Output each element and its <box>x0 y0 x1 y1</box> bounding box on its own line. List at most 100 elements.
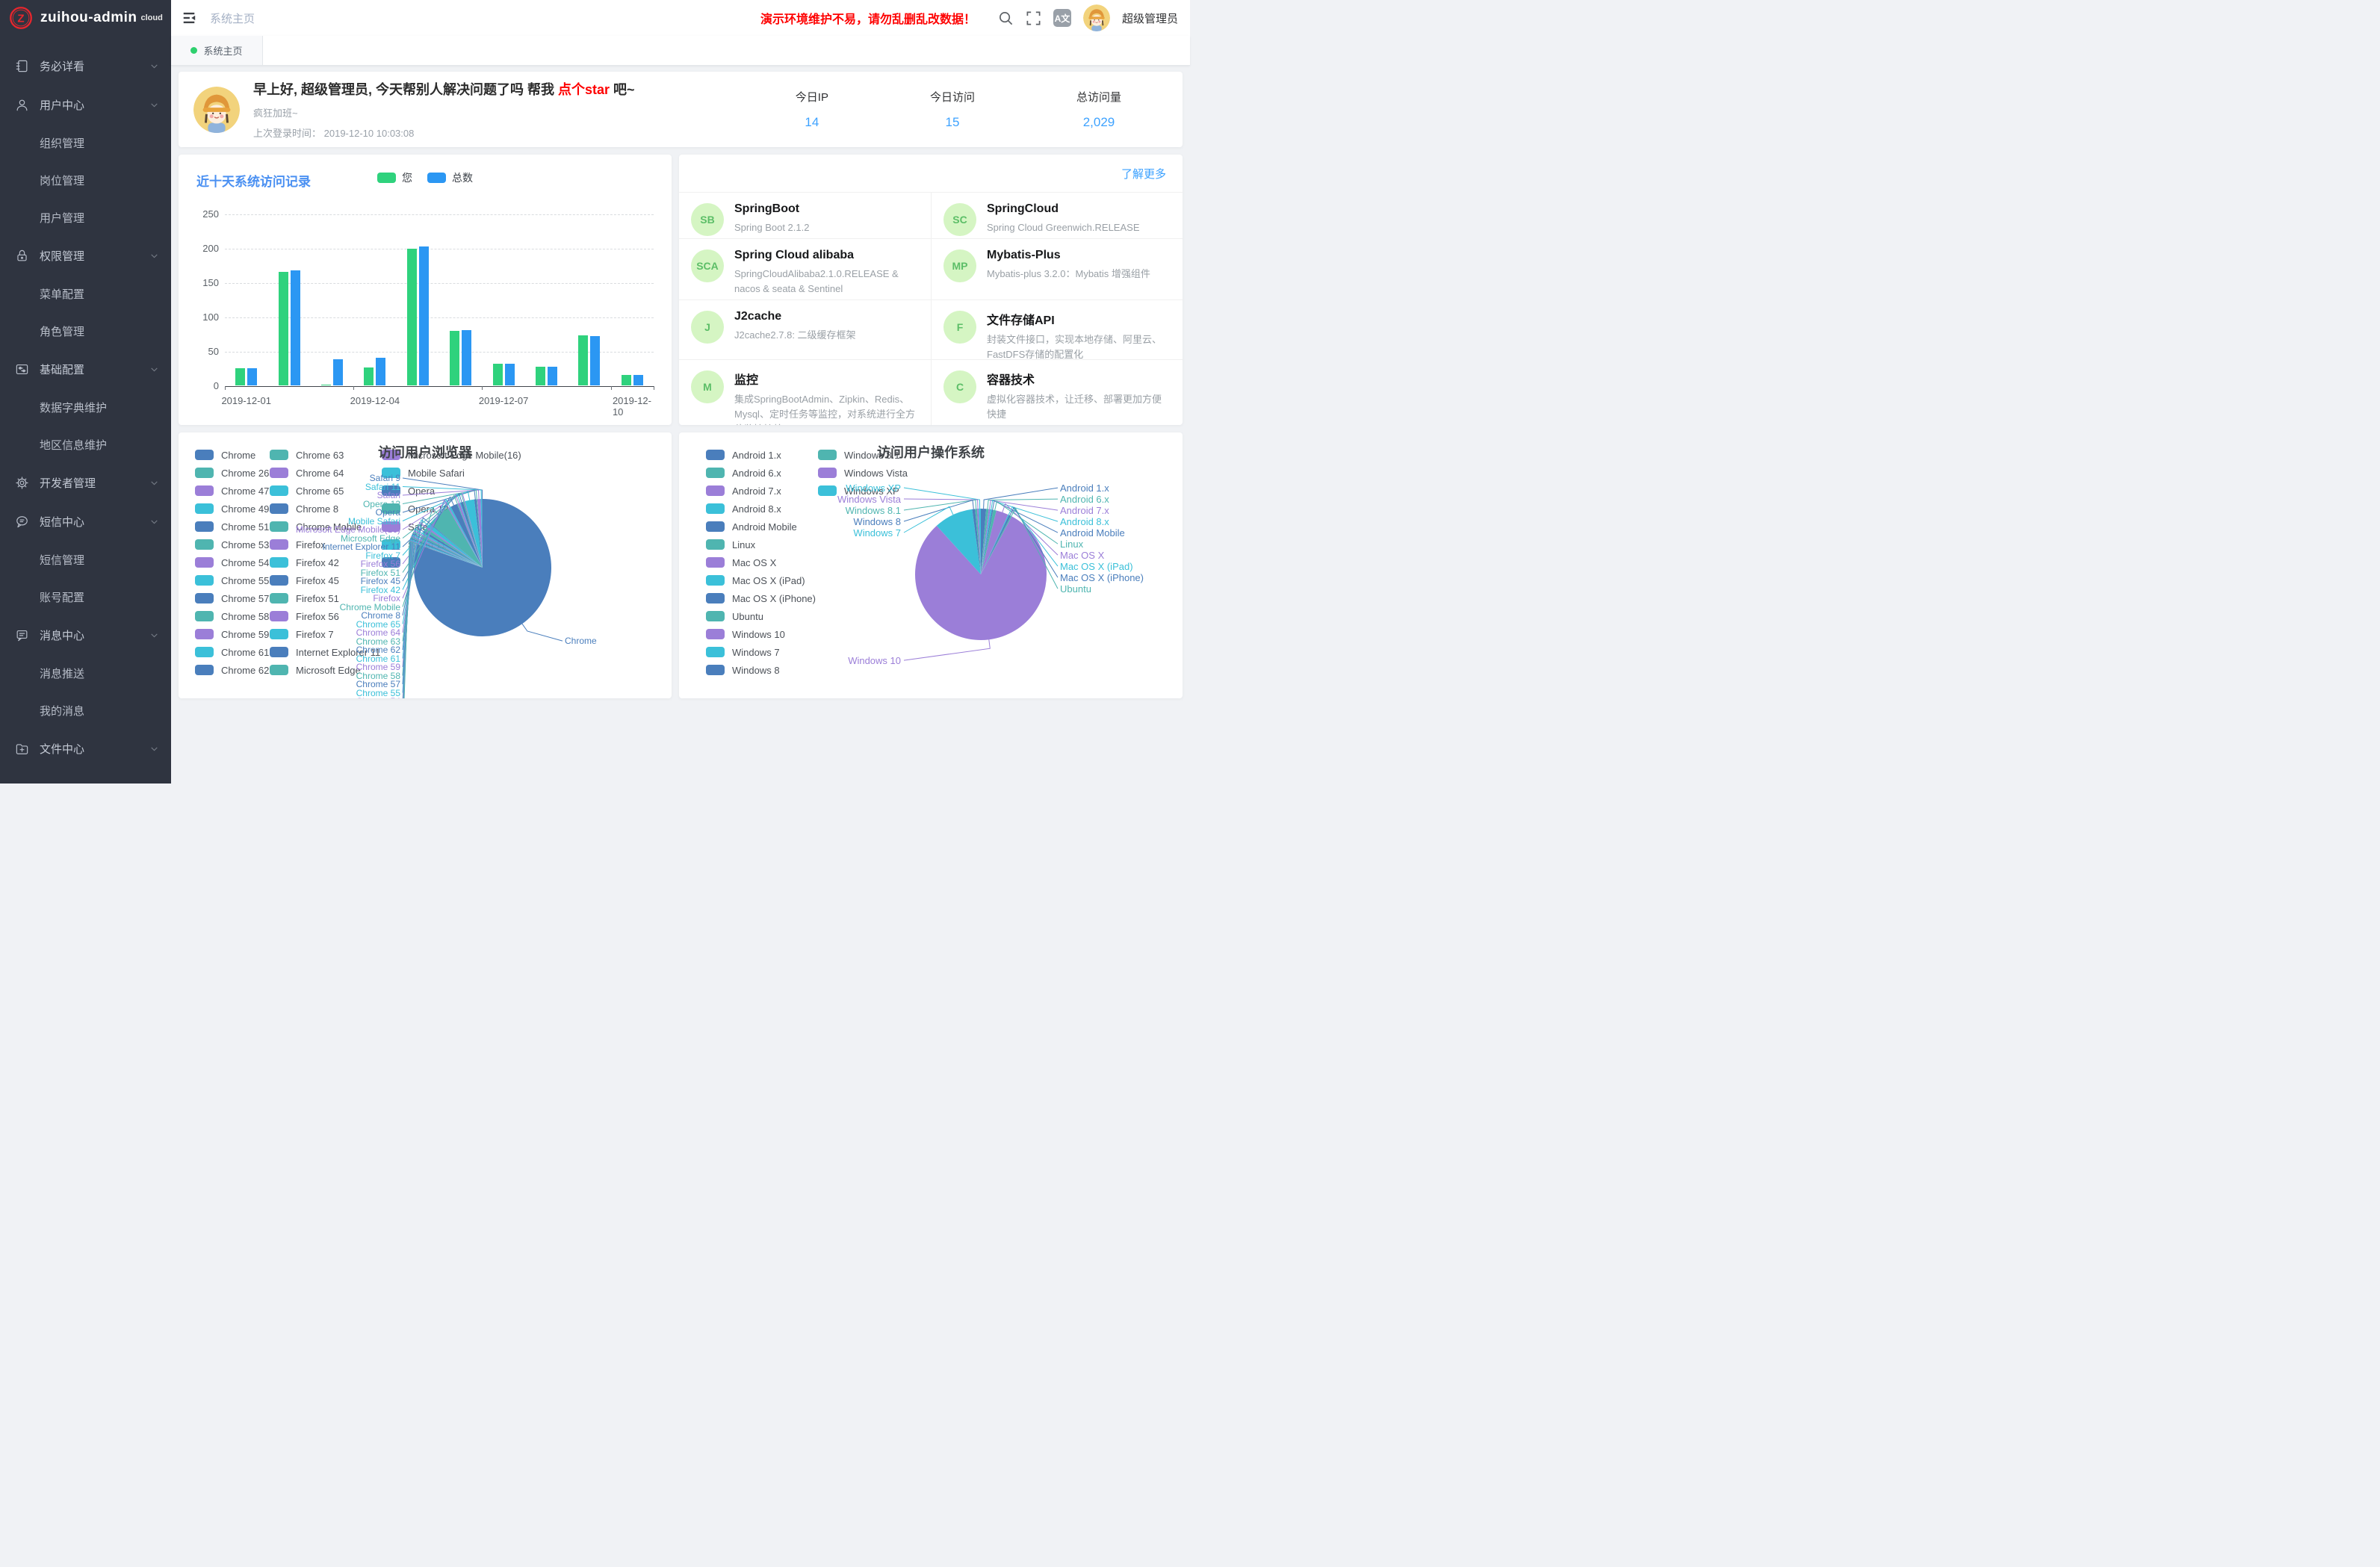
sidebar-item-label: 权限管理 <box>40 248 84 264</box>
tab-home[interactable]: 系统主页 <box>171 36 263 65</box>
sidebar-subitem[interactable]: 角色管理 <box>0 312 171 350</box>
tech-card-desc: 封装文件接口，实现本地存储、阿里云、FastDFS存储的配置化 <box>987 332 1169 359</box>
tech-card-title: Mybatis-Plus <box>987 249 1150 262</box>
sidebar-subitem-label: 地区信息维护 <box>40 437 107 453</box>
y-axis-label: 200 <box>186 243 219 254</box>
avatar-image <box>1083 4 1110 31</box>
sidebar-menu: 务必详看用户中心组织管理岗位管理用户管理权限管理菜单配置角色管理基础配置数据字典… <box>0 46 171 768</box>
legend-swatch <box>427 173 446 183</box>
y-axis-label: 150 <box>186 277 219 288</box>
tech-card-body: SpringBootSpring Boot 2.1.2 <box>734 200 809 234</box>
sidebar-subitem-label: 菜单配置 <box>40 286 84 302</box>
tech-card-title: 监控 <box>734 370 917 388</box>
bar <box>590 336 600 385</box>
pie-slice-label: Windows 7 <box>853 527 901 539</box>
sidebar-item[interactable]: 基础配置 <box>0 350 171 388</box>
tech-stack-card: 了解更多 SBSpringBootSpring Boot 2.1.2SCSpri… <box>679 155 1183 425</box>
pie-slice-label: Mac OS X (iPhone) <box>1060 572 1144 583</box>
pie-slice-label: Windows 8.1 <box>846 505 901 516</box>
user-icon <box>15 98 29 112</box>
stat-block: 今日访问15 <box>930 89 975 130</box>
sidebar-item[interactable]: 用户中心 <box>0 85 171 124</box>
lock-icon <box>15 249 29 263</box>
greeting-title-prefix: 早上好, 超级管理员, 今天帮别人解决问题了吗 帮我 <box>253 82 558 97</box>
pie-slice-label: Windows XP <box>846 482 901 494</box>
sidebar-item-label: 开发者管理 <box>40 475 96 491</box>
app-title: zuihou-admin <box>40 10 137 26</box>
legend-item[interactable]: 您 <box>377 170 412 185</box>
bar-group <box>482 214 524 385</box>
stat-label: 今日IP <box>796 89 828 105</box>
tech-card-item: SCASpring Cloud alibabaSpringCloudAlibab… <box>679 238 931 300</box>
last-login-label: 上次登录时间： <box>253 128 321 139</box>
sidebar-subitem[interactable]: 用户管理 <box>0 199 171 236</box>
tech-card-desc: Mybatis-plus 3.2.0：Mybatis 增强组件 <box>987 267 1150 282</box>
breadcrumb[interactable]: 系统主页 <box>210 10 255 26</box>
pie-slice-label: Linux <box>1060 539 1083 550</box>
star-link[interactable]: 点个star <box>558 82 610 97</box>
sidebar-subitem[interactable]: 短信管理 <box>0 541 171 578</box>
chevron-down-icon <box>149 517 159 527</box>
sidebar-subitem-label: 我的消息 <box>40 703 84 719</box>
tech-card-body: Spring Cloud alibabaSpringCloudAlibaba2.… <box>734 246 917 295</box>
sidebar-subitem-label: 消息推送 <box>40 665 84 681</box>
tech-card-title: Spring Cloud alibaba <box>734 249 917 262</box>
bar-group <box>397 214 439 385</box>
sidebar-item[interactable]: 消息中心 <box>0 615 171 654</box>
tech-avatar: J <box>691 311 724 344</box>
logo[interactable]: Z zuihou-admin cloud <box>0 0 171 36</box>
username-label[interactable]: 超级管理员 <box>1122 10 1178 26</box>
sidebar-item[interactable]: 文件中心 <box>0 729 171 768</box>
tech-card-body: 文件存储API封装文件接口，实现本地存储、阿里云、FastDFS存储的配置化 <box>987 308 1169 355</box>
chevron-down-icon <box>149 61 159 71</box>
tech-card-body: Mybatis-Plus Mybatis-plus 3.2.0：Mybatis 增… <box>987 246 1150 295</box>
stat-label: 今日访问 <box>930 89 975 105</box>
tech-grid: SBSpringBootSpring Boot 2.1.2SCSpringClo… <box>679 192 1183 425</box>
sidebar-item-label: 消息中心 <box>40 627 84 643</box>
user-avatar[interactable] <box>1083 4 1110 31</box>
folder-plus-icon <box>15 742 29 756</box>
sidebar-subitem[interactable]: 岗位管理 <box>0 161 171 199</box>
sidebar-item[interactable]: 开发者管理 <box>0 463 171 502</box>
sidebar-item[interactable]: 权限管理 <box>0 236 171 275</box>
tech-card-item: F文件存储API封装文件接口，实现本地存储、阿里云、FastDFS存储的配置化 <box>931 300 1183 359</box>
search-icon[interactable] <box>998 10 1014 26</box>
app-title-suffix: cloud <box>140 13 162 22</box>
chevron-down-icon <box>149 364 159 374</box>
tech-card-title: 文件存储API <box>987 310 1169 328</box>
tech-card-item: SBSpringBootSpring Boot 2.1.2 <box>679 192 931 238</box>
sidebar-subitem[interactable]: 我的消息 <box>0 692 171 729</box>
gear-icon <box>15 476 29 490</box>
pie-slice-label: Mac OS X <box>1060 550 1104 561</box>
pie-label-line <box>984 488 1058 509</box>
top-header: 系统主页 演示环境维护不易，请勿乱删乱改数据！ A文 超级管理员 <box>171 0 1190 36</box>
sidebar-subitem[interactable]: 地区信息维护 <box>0 426 171 463</box>
sidebar-item[interactable]: 务必详看 <box>0 46 171 85</box>
tech-card-item: M监控集成SpringBootAdmin、Zipkin、Redis、Mysql、… <box>679 359 931 425</box>
sidebar-item-label: 用户中心 <box>40 97 84 113</box>
chevron-down-icon <box>149 100 159 110</box>
legend-item[interactable]: 总数 <box>427 170 473 185</box>
sidebar-subitem[interactable]: 数据字典维护 <box>0 388 171 426</box>
sidebar-subitem[interactable]: 消息推送 <box>0 654 171 692</box>
x-axis-label: 2019-12-07 <box>479 395 529 406</box>
fullscreen-icon[interactable] <box>1026 10 1041 26</box>
bar <box>407 249 417 385</box>
translate-icon[interactable]: A文 <box>1053 9 1071 27</box>
legend-swatch <box>377 173 396 183</box>
logo-icon: Z <box>9 6 33 30</box>
sidebar-item[interactable]: 短信中心 <box>0 502 171 541</box>
x-axis-tick <box>482 386 483 390</box>
greeting-avatar <box>193 87 240 133</box>
pie-slice-label: Windows Vista <box>837 494 901 505</box>
sidebar-subitem[interactable]: 账号配置 <box>0 578 171 615</box>
tech-avatar: F <box>943 311 976 344</box>
sidebar-subitem[interactable]: 菜单配置 <box>0 275 171 312</box>
pie-slice-label: Android Mobile <box>1060 527 1125 539</box>
y-axis-label: 50 <box>186 346 219 357</box>
sidebar-subitem[interactable]: 组织管理 <box>0 124 171 161</box>
bar <box>450 331 459 385</box>
menu-fold-icon[interactable] <box>182 10 196 25</box>
learn-more-link[interactable]: 了解更多 <box>1121 166 1166 181</box>
x-axis-line <box>225 386 654 387</box>
